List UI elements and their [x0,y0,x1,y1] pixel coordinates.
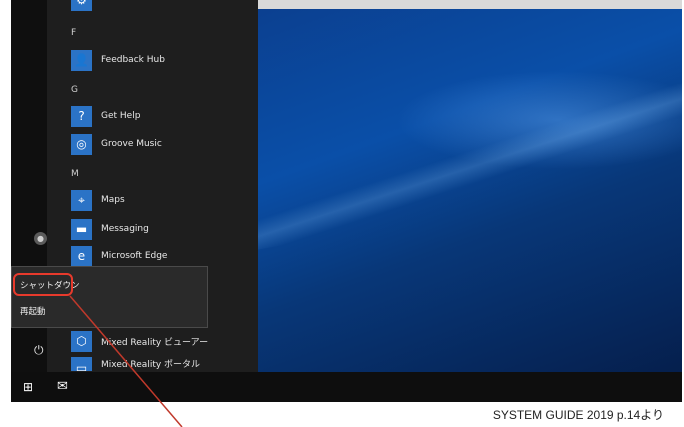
callout-line [69,295,183,427]
source-credit: SYSTEM GUIDE 2019 p.14より [492,408,664,422]
callout-arrow [69,295,183,427]
